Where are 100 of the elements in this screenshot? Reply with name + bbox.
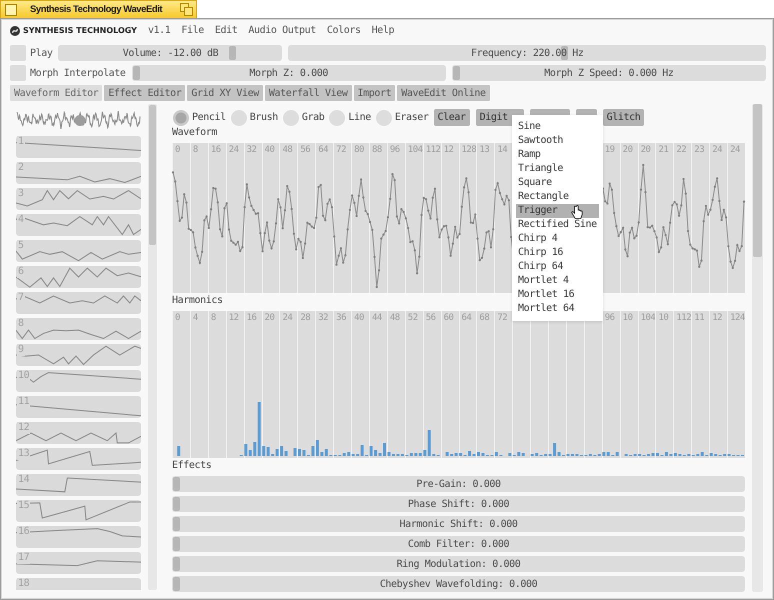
tab[interactable]: Grid XY View [187, 85, 263, 101]
column-label: 36 [335, 312, 346, 324]
menu-item[interactable]: Colors [326, 25, 361, 36]
tab[interactable]: Waterfall View [264, 85, 352, 101]
slider-thumb[interactable] [173, 557, 180, 571]
column-label: 12 [442, 144, 454, 156]
column-label: 10 [622, 312, 632, 324]
menu-option[interactable]: Chirp 16 [516, 246, 599, 260]
effect-slider[interactable]: Ring Modulation: 0.000 [172, 556, 745, 572]
toolbar-button[interactable]: Clear [434, 109, 470, 126]
menu-item[interactable]: Help [372, 25, 394, 36]
restore-icon[interactable] [180, 3, 193, 16]
window-icon[interactable] [5, 4, 17, 16]
slider-thumb[interactable] [173, 537, 180, 551]
column-label: 104 [640, 312, 656, 324]
slider-thumb[interactable] [452, 66, 460, 80]
marker-dot-icon[interactable] [74, 115, 86, 126]
scrollbar-thumb[interactable] [753, 104, 762, 257]
slider-thumb[interactable] [173, 517, 180, 531]
morph-slider[interactable]: Morph Z: 0.000 [132, 65, 446, 81]
menu-option[interactable]: Trigger [516, 204, 599, 218]
effect-slider[interactable]: Chebyshev Wavefolding: 0.000 [172, 576, 745, 592]
scrollbar[interactable] [752, 104, 763, 592]
menu-item[interactable]: Edit [214, 25, 238, 36]
menu-item[interactable]: Audio Output [248, 25, 316, 36]
slider-thumb[interactable] [173, 577, 180, 591]
menu-option[interactable]: Chirp 4 [516, 232, 599, 246]
toolbar-button[interactable]: Glitch [602, 109, 644, 126]
column-label: 88 [370, 144, 382, 156]
column-label: 20 [622, 144, 632, 156]
menu-option[interactable]: Rectangle [516, 190, 599, 204]
column-label: 20 [640, 144, 650, 156]
slider-thumb[interactable] [229, 46, 236, 60]
column-label: 21 [657, 144, 668, 156]
tab[interactable]: Waveform Editor [10, 85, 102, 101]
frequency-slider[interactable]: Frequency: 220.00 Hz [288, 45, 766, 61]
scrollbar-thumb[interactable] [149, 105, 156, 245]
column-label: 16 [246, 312, 256, 324]
hand-cursor-icon [571, 205, 583, 220]
tool-option[interactable]: Grab [282, 110, 324, 126]
scrollbar[interactable] [148, 104, 157, 590]
menu-option[interactable]: Square [516, 176, 599, 190]
slot-number: 9 [17, 344, 25, 356]
column-label: 56 [299, 144, 310, 156]
column-label: 10 [657, 312, 668, 324]
tool-option[interactable]: Line [329, 110, 371, 126]
column-label: 44 [370, 312, 382, 324]
column-label: 112 [675, 312, 692, 324]
effect-slider[interactable]: Phase Shift: 0.000 [172, 496, 745, 512]
slider-thumb[interactable] [173, 497, 180, 511]
menu-option[interactable]: Triangle [516, 162, 599, 176]
menu-option[interactable]: Rectified Sine [516, 218, 599, 232]
tab[interactable]: Import [354, 85, 396, 101]
column-label: 32 [246, 144, 256, 156]
effect-slider[interactable]: Harmonic Shift: 0.000 [172, 516, 745, 532]
column-label: 19 [604, 144, 615, 156]
column-label: 72 [335, 144, 346, 156]
slot-number: 6 [17, 266, 25, 278]
column-label: 40 [264, 144, 274, 156]
column-label: 124 [729, 312, 745, 324]
section-title: Effects [172, 459, 212, 473]
tool-option[interactable]: Eraser [376, 110, 429, 126]
harmonic-bar [177, 446, 180, 456]
column-label: 96 [388, 144, 400, 156]
version-label: v1.1 [148, 25, 170, 36]
column-label: 64 [460, 312, 472, 324]
column-label: 72 [496, 312, 508, 324]
column-label: 24 [729, 144, 740, 156]
tool-option[interactable]: Pencil [173, 110, 226, 126]
effect-slider[interactable]: Comb Filter: 0.000 [172, 536, 745, 552]
column-label: 0 [174, 312, 180, 324]
column-label: 14 [496, 144, 508, 156]
menu-option[interactable]: Mortlet 4 [516, 274, 599, 288]
menu-item[interactable]: File [181, 25, 204, 36]
column-label: 16 [210, 144, 221, 156]
play-checkbox[interactable]: Play [10, 45, 52, 61]
volume-slider[interactable]: Volume: -12.00 dB [58, 45, 282, 61]
effect-slider[interactable]: Pre-Gain: 0.000 [172, 476, 745, 492]
column-label: 24 [281, 312, 292, 324]
column-label: 68 [478, 312, 490, 324]
slider-thumb[interactable] [173, 477, 180, 491]
menu-option[interactable]: Chirp 64 [516, 260, 599, 274]
section-title: Waveform [172, 126, 217, 140]
tool-option[interactable]: Brush [230, 110, 278, 126]
column-label: 48 [388, 312, 400, 324]
tab[interactable]: Effect Editor [104, 85, 186, 101]
column-label: 8 [210, 312, 216, 324]
column-label: 104 [406, 144, 423, 156]
menu-option[interactable]: Ramp [516, 148, 599, 162]
interpolate-checkbox[interactable]: Morph Interpolate [10, 65, 126, 81]
slot-number: 13 [17, 448, 30, 460]
tab[interactable]: WaveEdit Online [397, 85, 490, 101]
slot-number: 17 [17, 552, 30, 564]
column-label: 20 [264, 312, 274, 324]
column-label: 13 [478, 144, 490, 156]
morph-speed-slider[interactable]: Morph Z Speed: 0.000 Hz [452, 65, 766, 81]
slider-thumb[interactable] [132, 66, 140, 80]
column-label: 11 [693, 312, 704, 324]
window-title: Synthesis Technology WaveEdit [30, 4, 164, 15]
slot-number: 12 [17, 422, 30, 434]
